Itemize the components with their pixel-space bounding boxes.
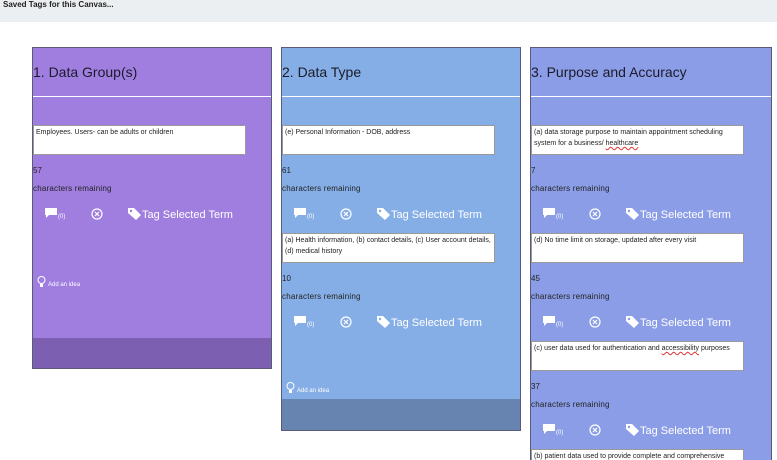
term-actions: (0) Tag Selected Term (282, 316, 512, 334)
term-text-field[interactable]: (c) user data used for authentication an… (531, 341, 744, 371)
tag-selected-term-button[interactable]: Tag Selected Term (640, 425, 731, 437)
tag-selected-term-button[interactable]: Tag Selected Term (640, 317, 731, 329)
char-remaining-label: characters remaining (282, 184, 361, 193)
comment-count: (0) (556, 322, 564, 328)
char-count: 37 (531, 382, 540, 391)
term-text-field[interactable]: (a) Health information, (b) contact deta… (282, 233, 495, 263)
add-idea-label: Add an idea (297, 388, 330, 394)
char-count: 10 (282, 274, 291, 283)
tag-icon[interactable] (626, 424, 639, 436)
close-icon[interactable] (589, 424, 601, 436)
term-text-field[interactable]: (b) patient data used to provide complet… (531, 449, 744, 460)
comment-icon[interactable] (45, 208, 57, 218)
lightbulb-icon (37, 276, 46, 287)
column-footer (33, 338, 271, 368)
comment-count: (0) (307, 322, 315, 328)
char-remaining-label: characters remaining (531, 292, 610, 301)
comment-icon[interactable] (543, 208, 555, 218)
term-actions: (0) Tag Selected Term (531, 316, 761, 334)
close-icon[interactable] (589, 208, 601, 220)
term-actions: (0) Tag Selected Term (531, 424, 761, 442)
term-actions: (0) Tag Selected Term (531, 208, 761, 226)
tag-icon[interactable] (377, 208, 390, 220)
tag-selected-term-button[interactable]: Tag Selected Term (640, 209, 731, 221)
add-idea-label: Add an idea (48, 282, 81, 288)
column-data-groups: 1. Data Group(s) Employees. Users- can b… (32, 47, 272, 369)
comment-count: (0) (556, 430, 564, 436)
char-count: 7 (531, 166, 536, 175)
comment-count: (0) (307, 214, 315, 220)
tag-icon[interactable] (128, 208, 141, 220)
column-title: 3. Purpose and Accuracy (531, 64, 687, 80)
char-remaining-label: characters remaining (282, 292, 361, 301)
char-remaining-label: characters remaining (531, 184, 610, 193)
comment-icon[interactable] (543, 316, 555, 326)
saved-tags-title: Saved Tags for this Canvas... (3, 0, 114, 9)
close-icon[interactable] (589, 316, 601, 328)
char-count: 61 (282, 166, 291, 175)
tag-selected-term-button[interactable]: Tag Selected Term (391, 317, 482, 329)
column-data-type: 2. Data Type (e) Personal Information - … (281, 47, 521, 431)
char-remaining-label: characters remaining (33, 184, 112, 193)
lightbulb-icon (286, 382, 295, 393)
term-text-field[interactable]: (e) Personal Information - DOB, address (282, 125, 495, 155)
tag-selected-term-button[interactable]: Tag Selected Term (142, 209, 233, 221)
column-purpose-accuracy: 3. Purpose and Accuracy (a) data storage… (530, 47, 772, 460)
tag-icon[interactable] (626, 208, 639, 220)
comment-icon[interactable] (294, 316, 306, 326)
tag-icon[interactable] (377, 316, 390, 328)
close-icon[interactable] (340, 208, 352, 220)
char-count: 45 (531, 274, 540, 283)
close-icon[interactable] (91, 208, 103, 220)
term-actions: (0) Tag Selected Term (33, 208, 263, 226)
term-actions: (0) Tag Selected Term (282, 208, 512, 226)
comment-count: (0) (556, 214, 564, 220)
term-text-field[interactable]: Employees. Users- can be adults or child… (33, 125, 246, 155)
column-header: 1. Data Group(s) (33, 48, 271, 97)
char-remaining-label: characters remaining (531, 400, 610, 409)
comment-icon[interactable] (543, 424, 555, 434)
column-title: 1. Data Group(s) (33, 64, 138, 80)
tag-selected-term-button[interactable]: Tag Selected Term (391, 209, 482, 221)
column-footer (282, 399, 520, 430)
term-text-field[interactable]: (a) data storage purpose to maintain app… (531, 125, 744, 155)
column-header: 2. Data Type (282, 48, 520, 97)
top-bar: Saved Tags for this Canvas... (0, 0, 777, 22)
close-icon[interactable] (340, 316, 352, 328)
char-count: 57 (33, 166, 42, 175)
tag-icon[interactable] (626, 316, 639, 328)
column-title: 2. Data Type (282, 64, 362, 80)
column-header: 3. Purpose and Accuracy (531, 48, 771, 97)
comment-icon[interactable] (294, 208, 306, 218)
comment-count: (0) (58, 214, 66, 220)
term-text-field[interactable]: (d) No time limit on storage, updated af… (531, 233, 744, 263)
